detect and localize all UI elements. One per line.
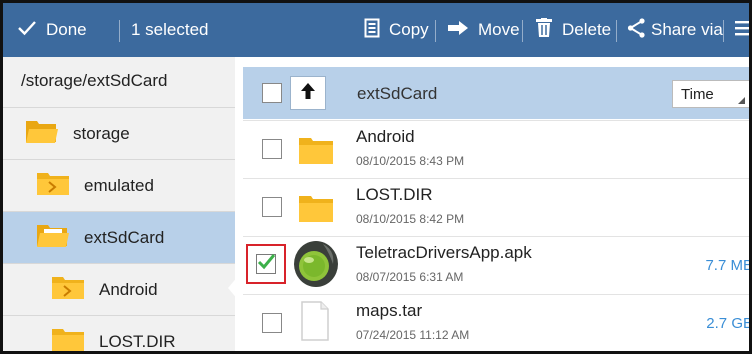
- actionbar-divider: [435, 20, 436, 42]
- folder-open-icon: [36, 222, 70, 253]
- action-bar: Done 1 selected Copy Move Delete Share v…: [3, 3, 749, 57]
- file-size: 7.7 MB: [705, 257, 752, 274]
- tree-item-storage[interactable]: storage: [3, 107, 235, 159]
- list-header: extSdCard Time: [243, 67, 749, 119]
- tree-item-label: storage: [73, 123, 130, 143]
- move-label: Move: [478, 20, 520, 39]
- file-row-lost-dir[interactable]: LOST.DIR 08/10/2015 8:42 PM: [243, 178, 749, 235]
- file-icon: [301, 301, 329, 346]
- done-button[interactable]: Done: [17, 3, 87, 57]
- dropdown-arrow-icon: [738, 97, 745, 104]
- file-date: 08/10/2015 8:43 PM: [356, 154, 465, 168]
- copy-button[interactable]: Copy: [364, 3, 429, 57]
- row-checkbox[interactable]: [262, 197, 282, 217]
- file-date: 07/24/2015 11:12 AM: [356, 328, 470, 342]
- overflow-menu-button[interactable]: [735, 3, 749, 57]
- file-name: LOST.DIR: [356, 185, 433, 204]
- file-row-teletracdriversapp-apk[interactable]: TeletracDriversApp.apk 08/07/2015 6:31 A…: [243, 236, 752, 293]
- tree-item-android[interactable]: Android: [3, 263, 235, 315]
- folder-icon: [51, 326, 85, 351]
- sort-value: Time: [681, 86, 714, 103]
- selected-count: 1 selected: [131, 20, 209, 39]
- file-manager-window: Done 1 selected Copy Move Delete Share v…: [0, 0, 752, 354]
- folder-collapsed-icon: [36, 170, 70, 201]
- tree-item-extsdcard[interactable]: extSdCard: [3, 211, 235, 263]
- trash-icon: [535, 17, 553, 43]
- tree-item-label: emulated: [84, 175, 154, 195]
- tree-item-lost-dir[interactable]: LOST.DIR: [3, 315, 235, 351]
- actionbar-divider: [119, 20, 120, 42]
- file-date: 08/10/2015 8:42 PM: [356, 212, 465, 226]
- copy-label: Copy: [389, 20, 429, 39]
- tree-item-label: extSdCard: [84, 227, 165, 247]
- done-label: Done: [46, 20, 87, 39]
- share-button[interactable]: Share via: [627, 3, 723, 57]
- actionbar-divider: [522, 20, 523, 42]
- current-path: /storage/extSdCard: [21, 71, 168, 90]
- file-name: Android: [356, 127, 415, 146]
- copy-icon: [364, 18, 380, 43]
- folder-icon: [298, 135, 334, 170]
- delete-button[interactable]: Delete: [535, 3, 611, 57]
- row-checkbox[interactable]: [262, 139, 282, 159]
- share-label: Share via: [651, 20, 723, 39]
- menu-icon: [735, 19, 749, 42]
- tree-item-label: LOST.DIR: [99, 331, 176, 351]
- file-row-android[interactable]: Android 08/10/2015 8:43 PM: [243, 120, 749, 177]
- app-icon: [293, 240, 339, 293]
- select-all-checkbox[interactable]: [262, 83, 282, 103]
- delete-label: Delete: [562, 20, 612, 39]
- arrow-right-icon: [447, 20, 469, 41]
- header-folder-name: extSdCard: [357, 84, 438, 103]
- checkmark-icon: [257, 254, 275, 270]
- file-name: TeletracDriversApp.apk: [356, 243, 532, 262]
- up-folder-button[interactable]: [290, 76, 326, 110]
- actionbar-divider: [723, 20, 724, 42]
- checkmark-icon: [17, 20, 37, 41]
- file-list-panel: extSdCard Time Android 08/10/2015 8:43 P…: [243, 57, 752, 351]
- file-name: maps.tar: [356, 301, 423, 320]
- sort-dropdown[interactable]: Time: [672, 80, 749, 108]
- folder-icon: [298, 193, 334, 228]
- folder-tree-panel: /storage/extSdCard storage emulated extS…: [3, 57, 239, 351]
- file-date: 08/07/2015 6:31 AM: [356, 270, 464, 284]
- folder-open-icon: [25, 118, 59, 149]
- tree-item-emulated[interactable]: emulated: [3, 159, 235, 211]
- selection-pointer: [228, 275, 239, 301]
- row-checkbox[interactable]: [256, 254, 276, 274]
- move-button[interactable]: Move: [447, 3, 520, 57]
- file-row-maps-tar[interactable]: maps.tar 07/24/2015 11:12 AM 2.7 GB: [243, 294, 752, 351]
- tree-item-label: Android: [99, 279, 158, 299]
- folder-collapsed-icon: [51, 274, 85, 305]
- file-size: 2.7 GB: [706, 315, 752, 332]
- arrow-up-icon: [299, 81, 317, 106]
- actionbar-divider: [616, 20, 617, 42]
- row-checkbox[interactable]: [262, 313, 282, 333]
- share-icon: [627, 17, 645, 43]
